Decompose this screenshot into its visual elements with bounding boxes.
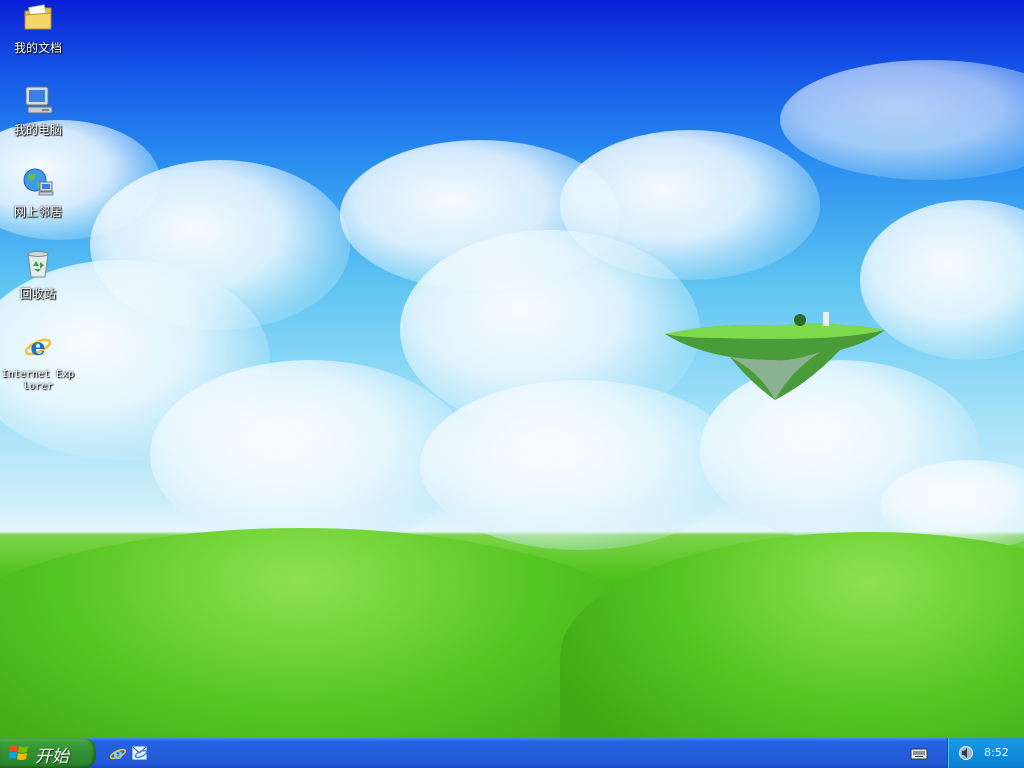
desktop-icon-my-documents[interactable]: 我的文档 (0, 2, 76, 55)
floating-island-image (665, 312, 885, 400)
desktop-icon-label: Internet Explorer (1, 369, 75, 392)
system-tray: 8:52 (947, 738, 1024, 768)
desktop-icon-label: 网上邻居 (13, 205, 62, 219)
desktop[interactable]: 我的文档 我的电脑 网上邻居 回收站 e Internet Explorer (0, 0, 1024, 738)
keyboard-icon[interactable] (910, 745, 928, 761)
wallpaper-cloud (420, 380, 740, 550)
desktop-icon-internet-explorer[interactable]: e Internet Explorer (0, 330, 76, 393)
wallpaper-hill (560, 532, 1024, 738)
internet-explorer-icon: e (24, 332, 52, 361)
desktop-icon-label: 回收站 (19, 287, 56, 301)
my-documents-folder-icon (24, 4, 52, 30)
quick-launch-outlook-express-icon[interactable] (130, 743, 150, 763)
wallpaper-cloud (780, 60, 1024, 180)
desktop-icon-label: 我的文档 (13, 41, 62, 55)
svg-text:e: e (30, 332, 45, 361)
start-label: 开始 (35, 747, 69, 767)
start-button[interactable]: 开始 (0, 738, 96, 768)
my-computer-icon (25, 86, 53, 114)
windows-logo-icon (9, 745, 28, 760)
desktop-icon-recycle-bin[interactable]: 回收站 (0, 248, 76, 301)
taskbar: 开始 e 8:52 (0, 738, 1024, 768)
recycle-bin-icon (27, 251, 49, 278)
desktop-icon-label: 我的电脑 (13, 123, 62, 137)
clock[interactable]: 8:52 (984, 746, 1009, 759)
quick-launch-internet-explorer-icon[interactable]: e (108, 743, 128, 763)
volume-icon[interactable] (958, 745, 974, 761)
desktop-icon-network-places[interactable]: 网上邻居 (0, 166, 76, 219)
desktop-icon-my-computer[interactable]: 我的电脑 (0, 84, 76, 137)
svg-text:e: e (113, 745, 123, 763)
network-places-icon (23, 168, 54, 196)
